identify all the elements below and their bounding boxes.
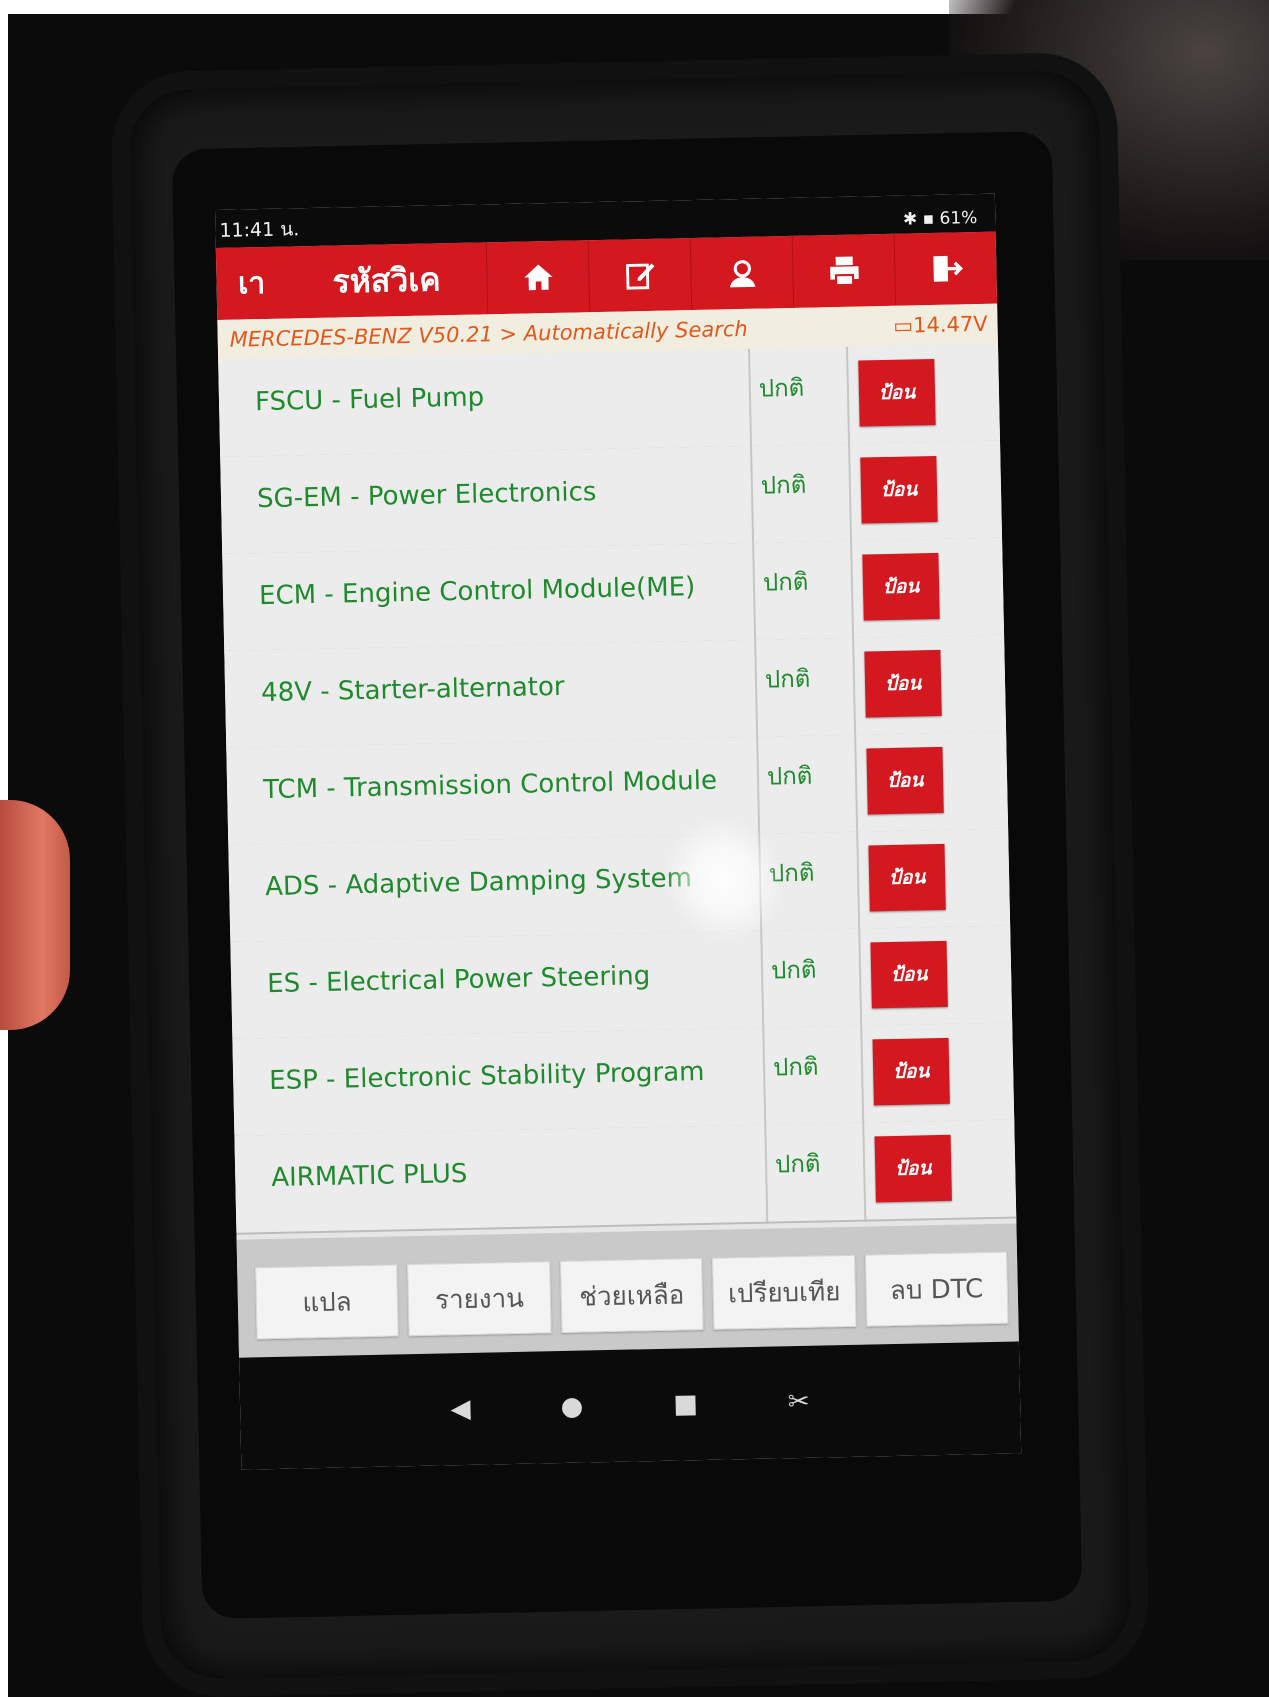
report-button[interactable]: รายงาน bbox=[407, 1261, 552, 1337]
clear-dtc-button[interactable]: ลบ DTC bbox=[864, 1251, 1009, 1327]
module-status: ปกติ bbox=[754, 637, 857, 737]
status-battery: ✱ ▪ 61% bbox=[902, 208, 978, 230]
module-name: ADS - Adaptive Damping System bbox=[264, 863, 693, 903]
battery-level: 61% bbox=[939, 208, 978, 229]
home-button[interactable] bbox=[485, 240, 590, 315]
nav-back-icon[interactable]: ◀ bbox=[450, 1394, 471, 1424]
table-row: ADS - Adaptive Damping System ปกติ ป้อน bbox=[228, 828, 1011, 944]
enter-button[interactable]: ป้อน bbox=[866, 746, 944, 815]
enter-button[interactable]: ป้อน bbox=[862, 552, 940, 621]
module-list[interactable]: FSCU - Fuel Pump ปกติ ป้อน SG-EM - Power… bbox=[218, 343, 1017, 1240]
print-icon bbox=[829, 256, 859, 287]
exit-button[interactable] bbox=[893, 231, 998, 306]
user-icon bbox=[729, 260, 755, 288]
table-row: ES - Electrical Power Steering ปกติ ป้อน bbox=[230, 925, 1013, 1041]
compare-button[interactable]: เปรียบเทีย bbox=[712, 1254, 857, 1330]
back-button[interactable]: เา bbox=[216, 259, 287, 307]
battery-voltage-icon: ▭ bbox=[892, 313, 914, 338]
print-button[interactable] bbox=[791, 233, 896, 308]
module-status: ปกติ bbox=[748, 346, 851, 446]
table-row: SG-EM - Power Electronics ปกติ ป้อน bbox=[220, 440, 1003, 556]
screenshot-icon[interactable]: ✂ bbox=[788, 1387, 810, 1417]
tablet-screen: 11:41 น. ✱ ▪ 61% เา รหัสวิเค MERCEDES-BE… bbox=[215, 193, 1022, 1470]
module-name: AIRMATIC PLUS bbox=[270, 1158, 468, 1194]
edit-button[interactable] bbox=[587, 238, 692, 313]
enter-button[interactable]: ป้อน bbox=[864, 649, 942, 718]
user-button[interactable] bbox=[689, 235, 794, 311]
enter-button[interactable]: ป้อน bbox=[868, 843, 946, 912]
table-row: FSCU - Fuel Pump ปกติ ป้อน bbox=[218, 343, 1001, 459]
status-time: 11:41 น. bbox=[219, 218, 300, 242]
battery-voltage-value: 14.47V bbox=[912, 311, 988, 338]
help-button[interactable]: ช่วยเหลือ bbox=[559, 1258, 704, 1333]
table-row: AIRMATIC PLUS ปกติ ป้อน bbox=[234, 1119, 1017, 1235]
module-name: TCM - Transmission Control Module bbox=[262, 765, 718, 806]
module-status: ปกติ bbox=[760, 928, 863, 1028]
module-status: ปกติ bbox=[750, 443, 853, 543]
table-row: TCM - Transmission Control Module ปกติ ป… bbox=[226, 731, 1009, 847]
module-name: ECM - Engine Control Module(ME) bbox=[258, 572, 696, 612]
enter-button[interactable]: ป้อน bbox=[860, 455, 938, 524]
nav-home-icon[interactable]: ● bbox=[560, 1392, 583, 1422]
edit-icon bbox=[625, 263, 654, 290]
module-name: ES - Electrical Power Steering bbox=[266, 961, 651, 1000]
module-name: ESP - Electronic Stability Program bbox=[268, 1056, 705, 1097]
page-title: รหัสวิเค bbox=[332, 259, 441, 301]
nav-recents-icon[interactable]: ■ bbox=[673, 1389, 698, 1420]
module-status: ปกติ bbox=[756, 734, 859, 834]
bottom-action-bar: แปล รายงาน ช่วยเหลือ เปรียบเทีย ลบ DTC bbox=[236, 1223, 1019, 1358]
module-status: ปกติ bbox=[764, 1122, 867, 1222]
module-name: FSCU - Fuel Pump bbox=[254, 382, 485, 418]
module-name: SG-EM - Power Electronics bbox=[256, 477, 597, 515]
exit-icon bbox=[932, 255, 963, 282]
home-icon bbox=[523, 264, 553, 291]
table-row: ECM - Engine Control Module(ME) ปกติ ป้อ… bbox=[222, 537, 1005, 653]
enter-button[interactable]: ป้อน bbox=[874, 1134, 952, 1203]
enter-button[interactable]: ป้อน bbox=[858, 358, 936, 427]
enter-button[interactable]: ป้อน bbox=[870, 940, 948, 1009]
table-row: 48V - Starter-alternator ปกติ ป้อน bbox=[224, 634, 1007, 750]
battery-voltage: ▭14.47V bbox=[893, 312, 998, 338]
enter-button[interactable]: ป้อน bbox=[872, 1037, 950, 1106]
table-row: ESP - Electronic Stability Program ปกติ … bbox=[232, 1022, 1015, 1138]
module-status: ปกติ bbox=[758, 831, 861, 931]
translate-button[interactable]: แปล bbox=[255, 1264, 400, 1340]
module-status: ปกติ bbox=[762, 1025, 865, 1125]
android-nav-bar: ◀ ● ■ ✂ bbox=[239, 1341, 1022, 1470]
module-status: ปกติ bbox=[752, 540, 855, 640]
finger bbox=[0, 800, 70, 1030]
breadcrumb-path: MERCEDES-BENZ V50.21 > Automatically Sea… bbox=[229, 316, 748, 352]
module-name: 48V - Starter-alternator bbox=[260, 671, 565, 709]
